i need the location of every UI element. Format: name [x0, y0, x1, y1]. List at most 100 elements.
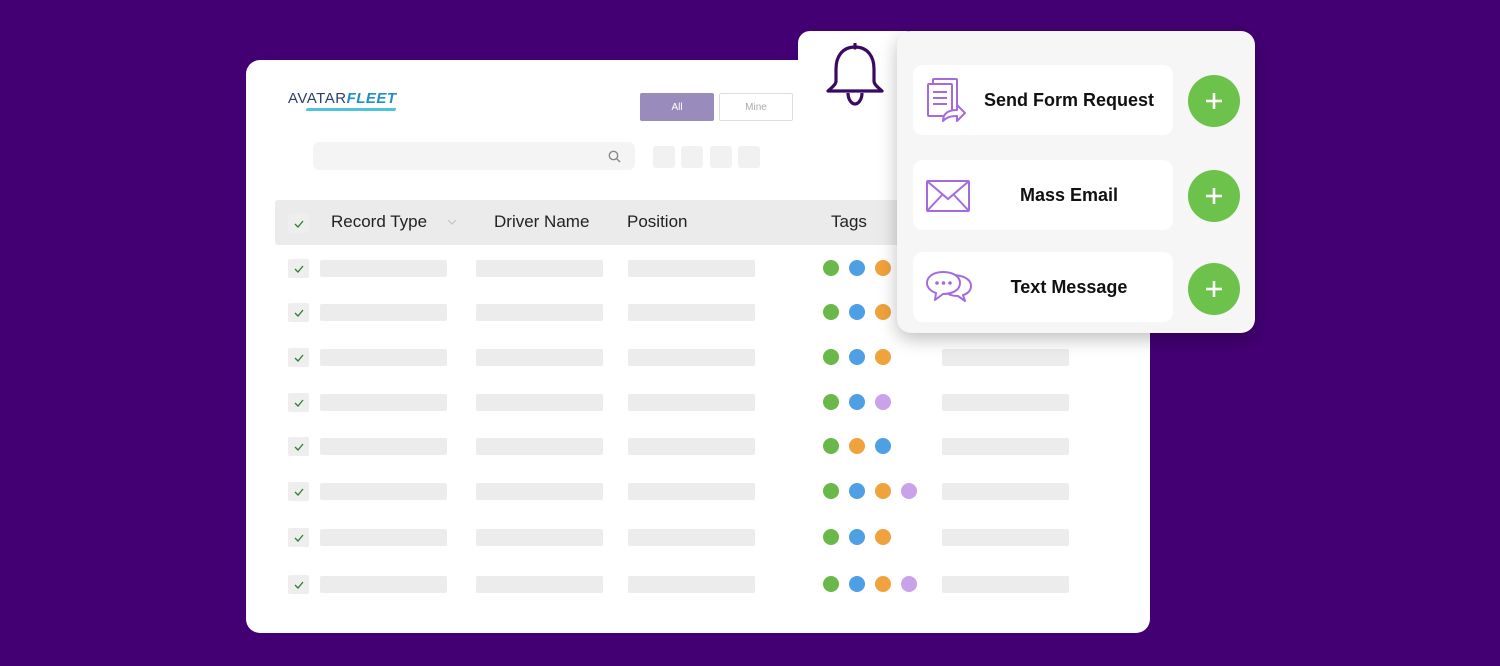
cell-placeholder — [628, 576, 755, 593]
row-checkbox[interactable] — [288, 393, 309, 412]
row-checkbox[interactable] — [288, 303, 309, 322]
tag-dot-orange — [875, 483, 891, 499]
cell-placeholder — [942, 349, 1069, 366]
cell-placeholder — [320, 394, 447, 411]
send-form-request-label: Send Form Request — [983, 89, 1155, 110]
text-message-label: Text Message — [1010, 276, 1128, 297]
cell-placeholder — [320, 529, 447, 546]
cell-placeholder — [476, 394, 603, 411]
table-row[interactable] — [246, 437, 1150, 457]
mass-email-button[interactable]: Mass Email — [913, 160, 1173, 230]
check-icon — [294, 399, 303, 407]
tag-dot-green — [823, 304, 839, 320]
add-text-message-button[interactable] — [1188, 263, 1240, 315]
tag-dot-green — [823, 349, 839, 365]
check-icon — [294, 534, 303, 542]
row-checkbox[interactable] — [288, 528, 309, 547]
cell-placeholder — [628, 304, 755, 321]
search-input[interactable] — [313, 142, 635, 170]
tag-dot-blue — [849, 260, 865, 276]
tag-dot-blue — [849, 394, 865, 410]
cell-placeholder — [628, 349, 755, 366]
cell-placeholder — [476, 529, 603, 546]
tag-dot-blue — [875, 438, 891, 454]
tag-dot-orange — [875, 260, 891, 276]
actions-panel: Send Form Request Mass Email Text Messag… — [897, 31, 1255, 333]
plus-icon — [1206, 93, 1222, 109]
toolbar-button[interactable] — [653, 146, 675, 168]
cell-placeholder — [476, 260, 603, 277]
tag-dot-blue — [849, 349, 865, 365]
column-tags[interactable]: Tags — [831, 212, 867, 232]
toolbar-button[interactable] — [681, 146, 703, 168]
bell-icon — [826, 43, 884, 106]
tag-dot-blue — [849, 304, 865, 320]
logo-swoosh — [305, 108, 397, 111]
check-icon — [294, 443, 303, 451]
cell-placeholder — [320, 576, 447, 593]
send-form-request-button[interactable]: Send Form Request — [913, 65, 1173, 135]
plus-icon — [1206, 281, 1222, 297]
cell-placeholder — [476, 304, 603, 321]
tag-dot-lavender — [901, 576, 917, 592]
tag-dot-blue — [849, 576, 865, 592]
row-checkbox[interactable] — [288, 437, 309, 456]
cell-placeholder — [320, 304, 447, 321]
cell-placeholder — [476, 349, 603, 366]
tag-dot-orange — [875, 304, 891, 320]
cell-placeholder — [942, 438, 1069, 455]
cell-placeholder — [628, 438, 755, 455]
cell-placeholder — [942, 394, 1069, 411]
table-row[interactable] — [246, 575, 1150, 595]
cell-placeholder — [628, 260, 755, 277]
tag-dot-orange — [849, 438, 865, 454]
add-mass-email-button[interactable] — [1188, 170, 1240, 222]
check-icon — [294, 581, 303, 589]
table-row[interactable] — [246, 393, 1150, 413]
cell-placeholder — [320, 260, 447, 277]
cell-placeholder — [628, 394, 755, 411]
tag-dot-blue — [849, 483, 865, 499]
check-icon — [294, 354, 303, 362]
text-message-button[interactable]: Text Message — [913, 252, 1173, 322]
check-icon — [294, 488, 303, 496]
select-all-checkbox[interactable] — [288, 214, 309, 233]
row-checkbox[interactable] — [288, 482, 309, 501]
tag-dot-orange — [875, 529, 891, 545]
tag-dot-green — [823, 394, 839, 410]
tag-dot-green — [823, 576, 839, 592]
toolbar-button[interactable] — [710, 146, 732, 168]
cell-placeholder — [942, 576, 1069, 593]
cell-placeholder — [628, 483, 755, 500]
tag-dot-orange — [875, 349, 891, 365]
table-row[interactable] — [246, 528, 1150, 548]
app-logo: AVATARFLEET — [288, 90, 397, 114]
row-checkbox[interactable] — [288, 575, 309, 594]
chat-bubbles-icon — [926, 271, 972, 302]
column-record-type[interactable]: Record Type — [331, 212, 427, 232]
row-checkbox[interactable] — [288, 348, 309, 367]
cell-placeholder — [942, 529, 1069, 546]
column-position[interactable]: Position — [627, 212, 687, 232]
tag-dot-green — [823, 529, 839, 545]
row-checkbox[interactable] — [288, 259, 309, 278]
table-row[interactable] — [246, 348, 1150, 368]
cell-placeholder — [320, 438, 447, 455]
check-icon — [294, 265, 303, 273]
form-document-icon — [927, 78, 966, 122]
mass-email-label: Mass Email — [1019, 184, 1119, 205]
tag-dot-green — [823, 260, 839, 276]
tag-dot-orange — [875, 576, 891, 592]
toolbar-button[interactable] — [738, 146, 760, 168]
cell-placeholder — [476, 438, 603, 455]
filter-all-button[interactable]: All — [640, 93, 714, 121]
table-row[interactable] — [246, 482, 1150, 502]
tag-dot-lavender — [901, 483, 917, 499]
chevron-down-icon[interactable] — [447, 219, 457, 225]
add-send-form-request-button[interactable] — [1188, 75, 1240, 127]
column-driver-name[interactable]: Driver Name — [494, 212, 589, 232]
tag-dot-blue — [849, 529, 865, 545]
envelope-icon — [926, 180, 970, 212]
filter-mine-button[interactable]: Mine — [719, 93, 793, 121]
check-icon — [294, 220, 303, 228]
